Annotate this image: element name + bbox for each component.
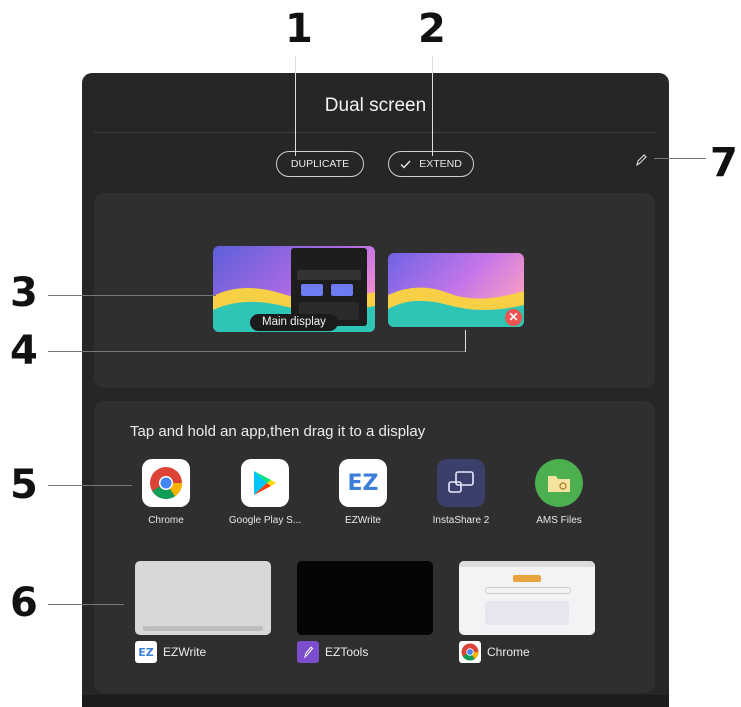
extend-label: EXTEND <box>419 158 462 170</box>
recent-ezwrite-thumbnail[interactable] <box>135 561 271 635</box>
app-label: AMS Files <box>536 515 582 526</box>
recent-eztools[interactable]: EZTools <box>297 641 368 663</box>
leader-line-2 <box>432 56 433 156</box>
leader-line-5 <box>48 485 132 486</box>
extend-button[interactable]: EXTEND <box>388 151 474 177</box>
second-display-preview[interactable]: ✕ <box>388 253 524 327</box>
app-label: EZWrite <box>345 515 381 526</box>
app-label: Google Play S... <box>228 515 302 526</box>
ams-files-icon <box>535 459 583 507</box>
recent-chrome[interactable]: Chrome <box>459 641 530 663</box>
leader-line-3 <box>48 295 216 296</box>
drag-hint: Tap and hold an app,then drag it to a di… <box>130 423 426 440</box>
app-label: Chrome <box>148 515 184 526</box>
recent-label: EZWrite <box>163 645 207 659</box>
panel-title: Dual screen <box>324 95 427 116</box>
displays-card: ✕ Main display ✕ <box>94 193 655 388</box>
leader-line-1 <box>295 56 296 156</box>
app-instashare[interactable]: InstaShare 2 <box>418 459 504 526</box>
app-chrome[interactable]: Chrome <box>123 459 209 526</box>
callout-7: 7 <box>710 140 738 186</box>
app-google-play[interactable]: Google Play S... <box>222 459 308 526</box>
leader-line-7 <box>654 158 706 159</box>
duplicate-button[interactable]: DUPLICATE <box>276 151 364 177</box>
main-display-label: Main display <box>250 314 338 331</box>
callout-3: 3 <box>10 270 38 316</box>
recent-label: EZTools <box>325 645 369 659</box>
apps-card: Tap and hold an app,then drag it to a di… <box>94 401 655 693</box>
leader-line-6 <box>48 604 124 605</box>
chrome-icon <box>142 459 190 507</box>
leader-line-4-vert <box>465 330 466 352</box>
recent-chrome-thumbnail[interactable] <box>459 561 595 635</box>
wallpaper <box>388 253 524 327</box>
callout-2: 2 <box>418 6 446 52</box>
instashare-icon <box>437 459 485 507</box>
app-ezwrite[interactable]: EZ EZWrite <box>320 459 406 526</box>
check-icon <box>400 160 411 169</box>
chrome-icon <box>459 641 481 663</box>
leader-line-4 <box>48 351 466 352</box>
app-label: InstaShare 2 <box>432 515 490 526</box>
taskbar <box>82 695 669 707</box>
remove-second-display-icon[interactable]: ✕ <box>505 309 522 326</box>
callout-6: 6 <box>10 580 38 626</box>
pen-icon[interactable] <box>634 153 648 167</box>
divider <box>94 132 657 133</box>
google-play-icon <box>241 459 289 507</box>
ezwrite-icon: EZ <box>135 641 157 663</box>
eztools-icon <box>297 641 319 663</box>
recent-ezwrite[interactable]: EZ EZWrite <box>135 641 206 663</box>
duplicate-label: DUPLICATE <box>290 158 350 170</box>
recent-label: Chrome <box>487 645 530 659</box>
dual-screen-panel: Dual screen DUPLICATE EXTEND Main displa… <box>82 73 669 707</box>
callout-4: 4 <box>10 328 38 374</box>
callout-5: 5 <box>10 462 38 508</box>
callout-1: 1 <box>285 6 313 52</box>
ezwrite-icon: EZ <box>339 459 387 507</box>
recent-eztools-thumbnail[interactable] <box>297 561 433 635</box>
app-ams-files[interactable]: AMS Files <box>516 459 602 526</box>
